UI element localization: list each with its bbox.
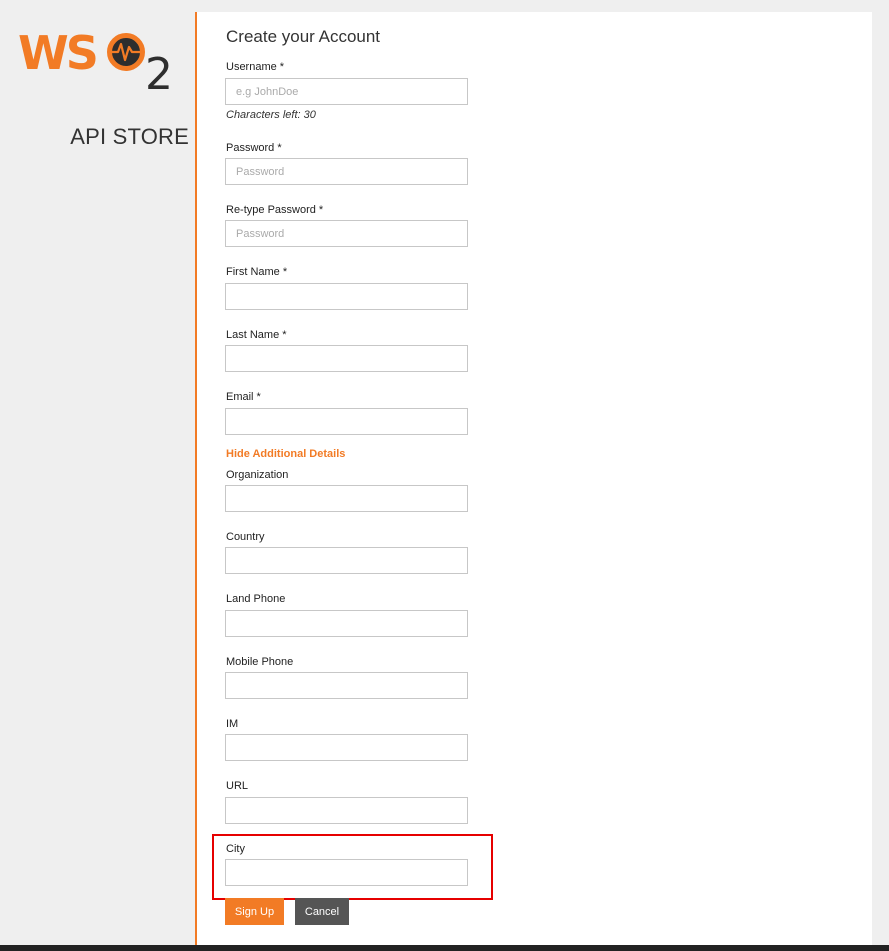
url-input[interactable]: [225, 797, 468, 824]
organization-input[interactable]: [225, 485, 468, 512]
retype-password-label: Re-type Password *: [226, 204, 324, 216]
wso2-logo[interactable]: WS 2 API STORE: [18, 26, 189, 149]
password-input[interactable]: [225, 158, 468, 185]
mobile-phone-input[interactable]: [225, 672, 468, 699]
country-input[interactable]: [225, 547, 468, 574]
logo-ws-letters: WS: [18, 26, 99, 80]
land-phone-input[interactable]: [225, 610, 468, 637]
country-label: Country: [226, 531, 265, 543]
characters-left-hint: Characters left: 30: [226, 109, 316, 121]
last-name-input[interactable]: [225, 345, 468, 372]
logo-two: 2: [145, 49, 173, 100]
hide-additional-details-link[interactable]: Hide Additional Details: [226, 448, 345, 460]
url-label: URL: [226, 780, 249, 792]
password-label: Password *: [226, 142, 282, 154]
land-phone-label: Land Phone: [226, 593, 286, 605]
organization-label: Organization: [226, 469, 289, 481]
heartbeat-icon: [107, 33, 145, 71]
mobile-phone-label: Mobile Phone: [226, 656, 294, 668]
retype-password-input[interactable]: [225, 220, 468, 247]
first-name-label: First Name *: [226, 266, 288, 278]
cancel-button[interactable]: Cancel: [295, 898, 349, 925]
im-label: IM: [226, 718, 239, 730]
im-input[interactable]: [225, 734, 468, 761]
city-label: City: [226, 843, 245, 855]
username-label: Username *: [226, 61, 285, 73]
sign-up-button[interactable]: Sign Up: [225, 898, 284, 925]
city-input[interactable]: [225, 859, 468, 886]
email-input[interactable]: [225, 408, 468, 435]
last-name-label: Last Name *: [226, 329, 287, 341]
first-name-input[interactable]: [225, 283, 468, 310]
email-label: Email *: [226, 391, 261, 403]
bottom-bar: [0, 945, 889, 951]
product-name: API STORE: [70, 124, 189, 149]
page-title: Create your Account: [226, 27, 381, 46]
username-input[interactable]: [225, 78, 468, 105]
sidebar: WS 2 API STORE: [0, 0, 195, 945]
